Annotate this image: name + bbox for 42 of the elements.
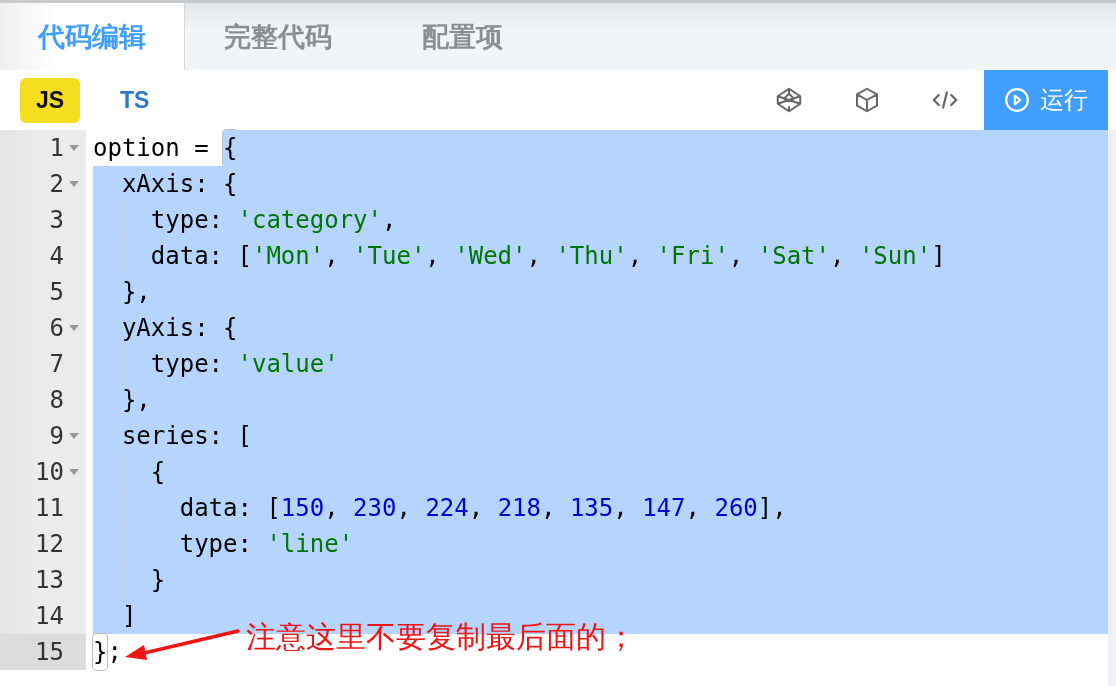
fold-caret-icon[interactable] [68,324,80,332]
tab[interactable]: 配置项 [370,3,555,70]
codepen-icon[interactable] [774,85,804,115]
fold-caret-icon[interactable] [68,468,80,476]
fold-caret-icon[interactable] [68,144,80,152]
line-number: 9 [49,421,64,452]
language-tab[interactable]: JS [20,77,80,123]
code-line: xAxis: { [93,166,1108,202]
line-number: 12 [35,529,64,560]
line-number: 7 [49,349,64,380]
line-number: 4 [49,241,64,272]
line-number: 3 [49,205,64,236]
code-line: yAxis: { [93,310,1108,346]
code-line: }, [93,274,1108,310]
line-number: 14 [35,601,64,632]
code-line: type: 'line' [93,526,1108,562]
line-number: 5 [49,277,64,308]
code-line: { [93,454,1108,490]
code-line: type: 'category', [93,202,1108,238]
code-line: } [93,562,1108,598]
run-button[interactable]: 运行 [984,70,1108,130]
line-number: 10 [35,457,64,488]
line-number: 2 [49,169,64,200]
language-tab[interactable]: TS [100,77,170,123]
line-number: 11 [35,493,64,524]
play-icon [1004,87,1030,113]
fold-caret-icon[interactable] [68,432,80,440]
tab[interactable]: 完整代码 [185,3,370,70]
code-line: data: [150, 230, 224, 218, 135, 147, 260], [93,490,1108,526]
code-line: data: ['Mon', 'Tue', 'Wed', 'Thu', 'Fri', 'Sat', 'Sun'] [93,238,1108,274]
line-number: 15 [35,637,64,668]
line-number: 6 [49,313,64,344]
code-line: series: [ [93,418,1108,454]
code-line: option = { [93,130,1108,166]
line-number: 8 [49,385,64,416]
code-line: }, [93,382,1108,418]
line-number: 13 [35,565,64,596]
line-number: 1 [49,133,64,164]
code-line: type: 'value' [93,346,1108,382]
fold-caret-icon[interactable] [68,180,80,188]
tab[interactable]: 代码编辑 [0,3,185,70]
scrollbar[interactable] [1108,130,1116,686]
